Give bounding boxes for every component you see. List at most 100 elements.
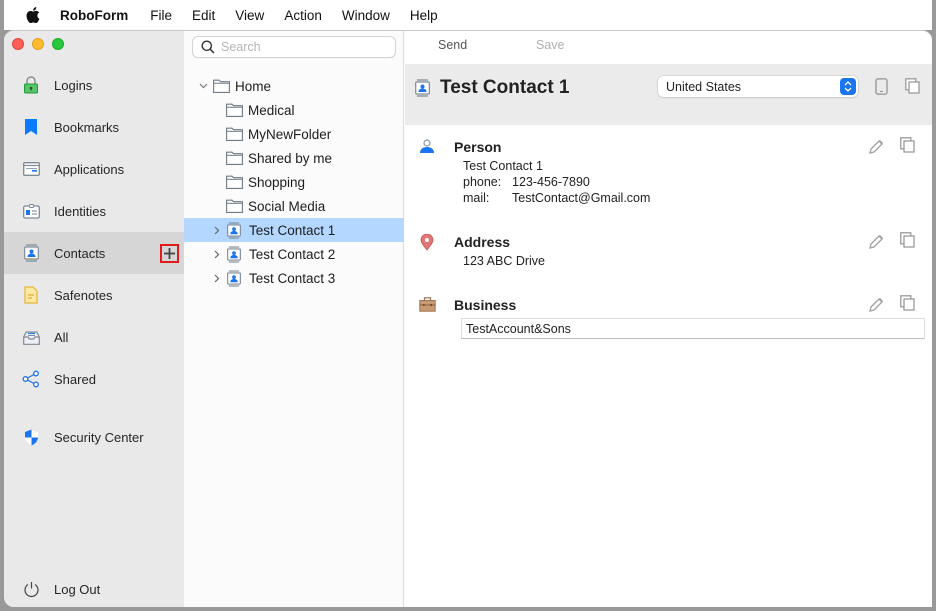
tree-row-label: Shopping [248, 174, 306, 190]
logout-button[interactable]: Log Out [4, 568, 184, 607]
search-icon [201, 40, 215, 54]
window-controls [12, 38, 64, 50]
sidebar-item-label: Shared [54, 371, 96, 387]
note-icon [22, 286, 40, 304]
chevron-right-icon[interactable] [211, 224, 223, 236]
phone-value: 123-456-7890 [512, 175, 590, 189]
copy-address-button[interactable] [900, 232, 915, 251]
sidebar-item-identities[interactable]: Identities [4, 190, 184, 232]
person-section-title: Person [454, 139, 502, 155]
mail-label: mail: [463, 191, 490, 205]
address-line1: 123 ABC Drive [463, 254, 545, 268]
tree-row-medical[interactable]: Medical [184, 98, 404, 122]
contact-detail-panel: Send Save Test Contact 1 United States P… [405, 31, 932, 607]
tree-row-social-media[interactable]: Social Media [184, 194, 404, 218]
chevron-down-icon[interactable] [197, 80, 209, 92]
contact-header: Test Contact 1 United States [405, 64, 932, 125]
mobile-device-button[interactable] [875, 78, 888, 98]
tree-row-shared-by-me[interactable]: Shared by me [184, 146, 404, 170]
close-window-button[interactable] [12, 38, 24, 50]
tree-row-mynewfolder[interactable]: MyNewFolder [184, 122, 404, 146]
contact-title: Test Contact 1 [440, 77, 570, 98]
shield-icon [22, 428, 40, 446]
tree-row-test-contact-1[interactable]: Test Contact 1 [184, 218, 404, 242]
copy-business-button[interactable] [900, 295, 915, 314]
add-contact-button[interactable] [160, 244, 179, 263]
sidebar-item-bookmarks[interactable]: Bookmarks [4, 106, 184, 148]
sidebar-item-contacts[interactable]: Contacts [4, 232, 184, 274]
contact-card-icon [227, 245, 245, 263]
copy-icon [900, 137, 915, 153]
sidebar-item-label: Security Center [54, 429, 144, 445]
edit-person-button[interactable] [868, 139, 884, 158]
country-select[interactable]: United States [658, 76, 858, 97]
chevron-right-icon[interactable] [211, 272, 223, 284]
contact-card-icon [227, 269, 245, 287]
menu-view[interactable]: View [235, 8, 264, 23]
sidebar: Logins Bookmarks Applications Identities [4, 31, 184, 607]
tree-row-label: Shared by me [248, 150, 333, 166]
menu-action[interactable]: Action [284, 8, 322, 23]
tree-row-home[interactable]: Home [184, 74, 404, 98]
copy-icon [900, 295, 915, 311]
search-field[interactable] [192, 36, 396, 58]
menu-help[interactable]: Help [410, 8, 438, 23]
tree-row-label: Social Media [248, 198, 326, 214]
copy-all-button[interactable] [905, 78, 920, 97]
edit-business-button[interactable] [868, 297, 884, 316]
folder-icon [213, 78, 231, 94]
pencil-icon [869, 298, 883, 312]
copy-person-button[interactable] [900, 137, 915, 156]
toolbar: Send Save [405, 31, 932, 65]
chevron-right-icon[interactable] [211, 248, 223, 260]
folder-icon [226, 126, 244, 142]
tree-row-label: Test Contact 3 [249, 270, 336, 286]
folder-icon [226, 174, 244, 190]
tree-row-shopping[interactable]: Shopping [184, 170, 404, 194]
sidebar-item-applications[interactable]: Applications [4, 148, 184, 190]
id-card-icon [22, 202, 40, 220]
tree-row-label: MyNewFolder [248, 126, 332, 142]
address-section-title: Address [454, 234, 511, 250]
tree-row-test-contact-3[interactable]: Test Contact 3 [184, 266, 404, 290]
sidebar-item-logins[interactable]: Logins [4, 64, 184, 106]
business-section-title: Business [454, 297, 517, 313]
sidebar-item-safenotes[interactable]: Safenotes [4, 274, 184, 316]
menu-window[interactable]: Window [342, 8, 390, 23]
pencil-icon [869, 140, 883, 154]
person-icon [419, 139, 435, 157]
tree-row-test-contact-2[interactable]: Test Contact 2 [184, 242, 404, 266]
sidebar-item-label: All [54, 329, 69, 345]
application-window-icon [22, 160, 40, 178]
menu-file[interactable]: File [150, 8, 172, 23]
apple-menu-icon[interactable] [26, 7, 40, 23]
copy-icon [905, 78, 920, 94]
logout-label: Log Out [54, 581, 101, 597]
mail-value: TestContact@Gmail.com [512, 191, 651, 205]
pencil-icon [869, 235, 883, 249]
search-input[interactable] [221, 40, 391, 54]
sidebar-item-label: Identities [54, 203, 107, 219]
sidebar-item-shared[interactable]: Shared [4, 358, 184, 400]
power-icon [22, 580, 40, 598]
sidebar-item-label: Bookmarks [54, 119, 120, 135]
sidebar-item-security-center[interactable]: Security Center [4, 416, 184, 458]
save-button[interactable]: Save [536, 38, 565, 52]
send-button[interactable]: Send [438, 38, 467, 52]
contact-card-icon [227, 221, 245, 239]
copy-icon [900, 232, 915, 248]
sidebar-item-label: Safenotes [54, 287, 113, 303]
edit-address-button[interactable] [868, 234, 884, 253]
folder-icon [226, 198, 244, 214]
zoom-window-button[interactable] [52, 38, 64, 50]
location-pin-icon [420, 233, 434, 254]
phone-label: phone: [463, 175, 502, 189]
menu-app-name[interactable]: RoboForm [60, 8, 128, 23]
country-select-value: United States [666, 79, 742, 94]
menu-bar: RoboForm File Edit View Action Window He… [4, 0, 932, 30]
sidebar-item-all[interactable]: All [4, 316, 184, 358]
briefcase-icon [419, 297, 436, 315]
minimize-window-button[interactable] [32, 38, 44, 50]
menu-edit[interactable]: Edit [192, 8, 215, 23]
business-name-field[interactable] [461, 318, 925, 339]
